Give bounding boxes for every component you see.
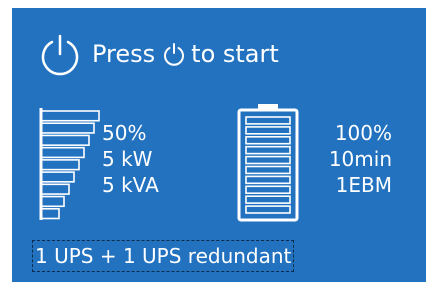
battery-cell [245, 155, 291, 165]
load-apparent-power: 5 kVA [102, 173, 159, 197]
power-inline-icon [164, 43, 185, 66]
load-gauge-bar [40, 171, 75, 183]
battery-cell [245, 185, 291, 195]
load-gauge-bar [40, 122, 95, 134]
load-bar-gauge-icon [39, 108, 100, 220]
battery-cell [245, 205, 291, 214]
power-icon[interactable] [40, 34, 80, 76]
load-power: 5 kW [102, 147, 153, 171]
ups-display-screen: Press to start 50% 5 kW 5 kVA 100% 10min… [12, 8, 426, 282]
load-gauge-bar [40, 195, 65, 208]
battery-cell [245, 126, 291, 135]
battery-cell [245, 175, 291, 185]
battery-cell [245, 135, 291, 145]
battery-cell [245, 145, 291, 155]
load-gauge-bar [40, 146, 85, 159]
start-label: to start [191, 40, 279, 68]
load-percent: 50% [102, 121, 147, 145]
load-gauge-bar [40, 110, 100, 122]
redundancy-config-label[interactable]: 1 UPS + 1 UPS redundant [32, 240, 295, 272]
load-gauge-bar [40, 134, 90, 146]
battery-cell [245, 165, 291, 175]
battery-values: 100% 10min 1EBM [329, 120, 392, 198]
battery-modules: 1EBM [335, 173, 392, 197]
load-gauge-bar [40, 159, 80, 171]
battery-cell [245, 116, 291, 125]
battery-charge: 100% [334, 121, 392, 145]
load-gauge-bar [40, 207, 60, 220]
battery-icon [237, 104, 299, 222]
start-prompt: Press to start [92, 38, 279, 70]
press-label: Press [92, 40, 156, 68]
load-values: 50% 5 kW 5 kVA [102, 120, 159, 198]
load-gauge-bar [40, 183, 70, 195]
battery-runtime: 10min [328, 147, 392, 171]
battery-cell [245, 195, 291, 204]
